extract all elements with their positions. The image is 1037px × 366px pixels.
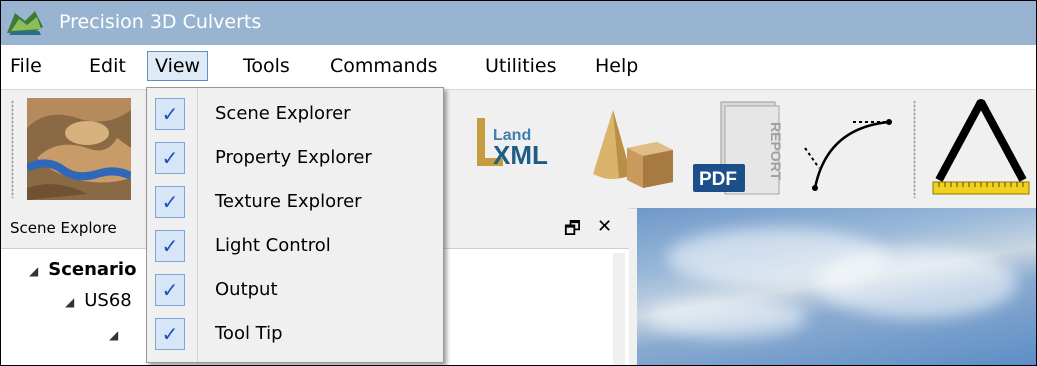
panel-title: Scene Explore — [10, 219, 117, 237]
tree-node-label: Scenario — [48, 259, 137, 280]
view-menu-dropdown: ✓ Scene Explorer ✓ Property Explorer ✓ T… — [146, 87, 444, 363]
checkmark-icon: ✓ — [155, 318, 185, 350]
menu-view[interactable]: View — [147, 51, 209, 81]
checkmark-icon: ✓ — [155, 230, 185, 262]
view-menu-item-scene-explorer[interactable]: ✓ Scene Explorer — [147, 92, 443, 136]
toolbar-grip[interactable] — [913, 100, 916, 198]
menu-item-label: Light Control — [215, 235, 331, 256]
title-bar: Precision 3D Culverts — [1, 1, 1036, 45]
checkmark-icon: ✓ — [155, 142, 185, 174]
tree-node[interactable]: ◢ — [109, 323, 128, 344]
menu-utilities[interactable]: Utilities — [485, 55, 557, 77]
scrollbar[interactable] — [613, 253, 625, 365]
menu-item-label: Scene Explorer — [215, 103, 351, 124]
menu-file[interactable]: File — [10, 55, 42, 77]
view-menu-item-texture-explorer[interactable]: ✓ Texture Explorer — [147, 180, 443, 224]
expand-arrow-icon[interactable]: ◢ — [29, 264, 38, 278]
view-menu-item-light-control[interactable]: ✓ Light Control — [147, 224, 443, 268]
checkmark-icon: ✓ — [155, 274, 185, 306]
close-panel-icon[interactable]: ✕ — [597, 216, 612, 237]
view-menu-item-property-explorer[interactable]: ✓ Property Explorer — [147, 136, 443, 180]
solid-shapes-tool-icon[interactable] — [587, 108, 677, 192]
terrain-tool-icon[interactable] — [25, 98, 133, 204]
landxml-tool-icon[interactable]: Land XML — [473, 114, 569, 178]
tree-node[interactable]: ◢ Scenario — [29, 259, 136, 280]
pdf-label: PDF — [699, 169, 737, 190]
expand-arrow-icon[interactable]: ◢ — [65, 295, 74, 309]
sky-cloud — [817, 248, 1017, 318]
landxml-bottom-label: XML — [493, 140, 548, 170]
menu-tools[interactable]: Tools — [243, 55, 290, 77]
view-menu-item-output[interactable]: ✓ Output — [147, 268, 443, 312]
app-logo-icon — [5, 7, 45, 42]
float-panel-icon[interactable]: 🗗 — [564, 216, 581, 246]
curve-tool-icon[interactable] — [797, 108, 897, 196]
window-title: Precision 3D Culverts — [59, 11, 262, 33]
checkmark-icon: ✓ — [155, 98, 185, 130]
pdf-report-tool-icon[interactable]: REPORT PDF — [691, 98, 787, 202]
menu-help[interactable]: Help — [595, 55, 638, 77]
menu-bar: File Edit View Tools Commands Utilities … — [1, 45, 1036, 89]
app-window: Precision 3D Culverts File Edit View Too… — [0, 0, 1037, 366]
measure-tool-icon[interactable] — [931, 96, 1031, 204]
checkmark-icon: ✓ — [155, 186, 185, 218]
menu-commands[interactable]: Commands — [330, 55, 438, 77]
report-label: REPORT — [768, 122, 784, 181]
menu-edit[interactable]: Edit — [89, 55, 126, 77]
tree-node-label: US68 — [84, 290, 132, 311]
toolbar-grip[interactable] — [11, 100, 14, 198]
expand-arrow-icon[interactable]: ◢ — [109, 328, 118, 342]
menu-item-label: Tool Tip — [215, 323, 283, 344]
scene-viewport[interactable] — [637, 208, 1036, 365]
menu-item-label: Output — [215, 279, 278, 300]
sky-cloud — [647, 298, 807, 338]
tree-node[interactable]: ◢ US68 — [65, 290, 132, 311]
view-menu-item-tool-tip[interactable]: ✓ Tool Tip — [147, 312, 443, 356]
menu-item-label: Property Explorer — [215, 147, 372, 168]
menu-item-label: Texture Explorer — [215, 191, 362, 212]
